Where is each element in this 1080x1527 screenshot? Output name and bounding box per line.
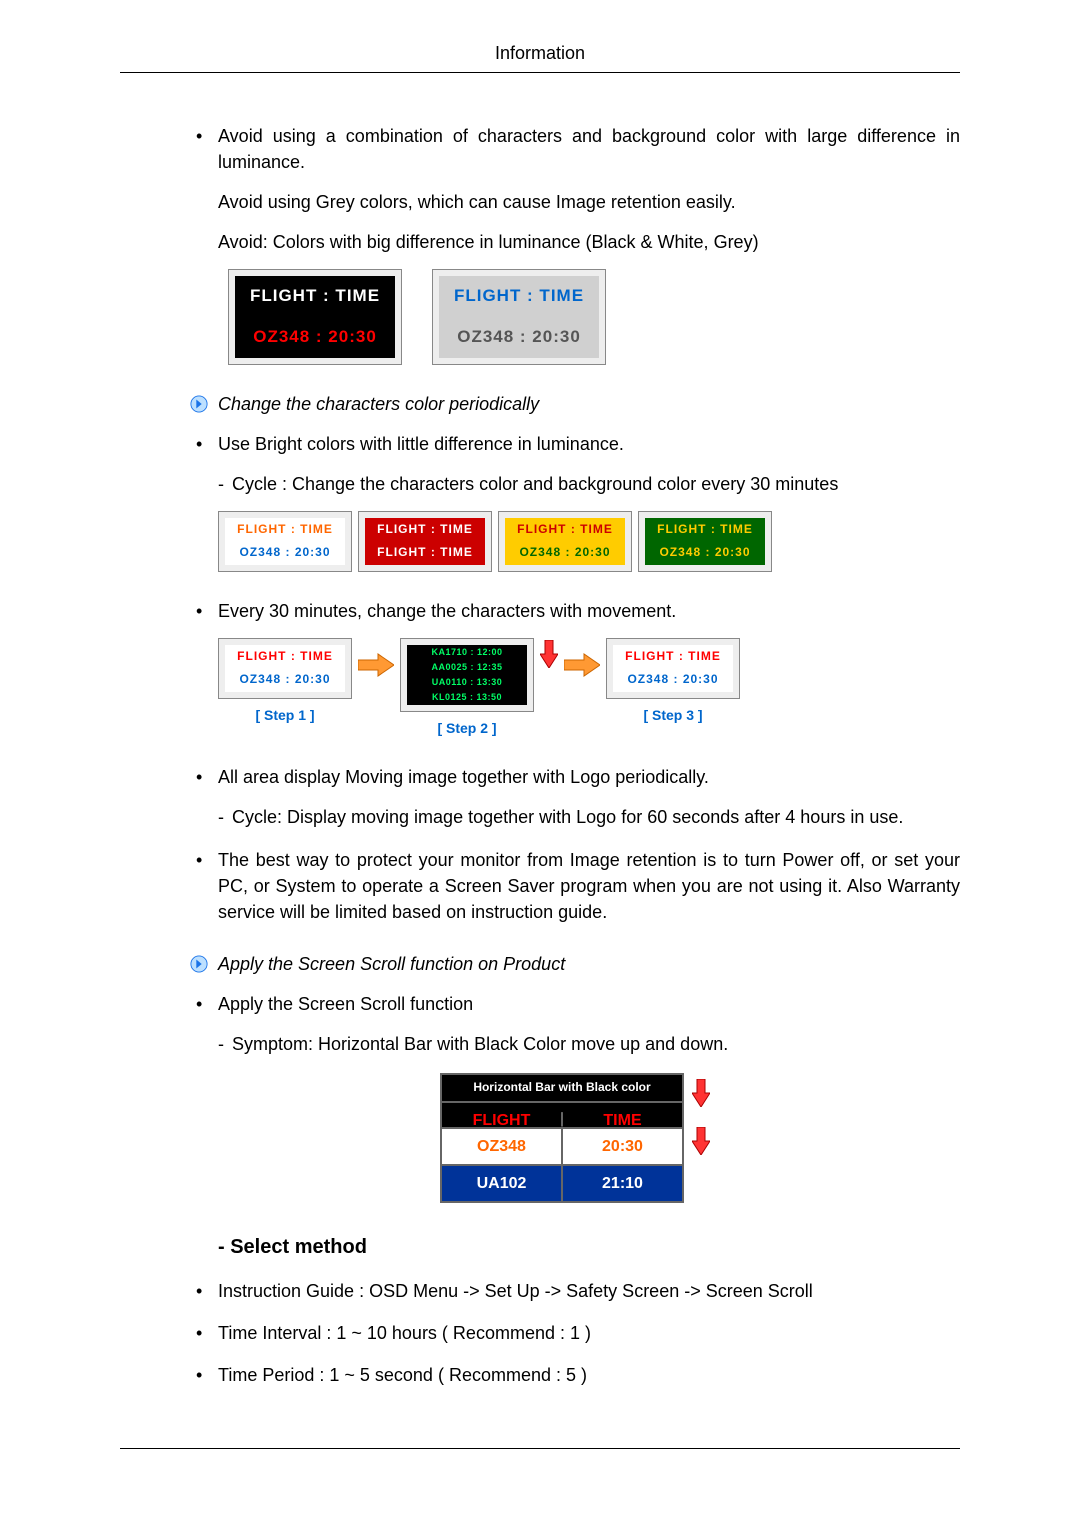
bullet-bright-colors: Use Bright colors with little difference… <box>190 431 960 572</box>
scroll-panel: Horizontal Bar with Black color FLIGHTTI… <box>440 1073 684 1203</box>
arrow-right-icon <box>358 652 394 678</box>
heading-change-color: Change the characters color periodically <box>190 391 960 417</box>
heading-screen-scroll: Apply the Screen Scroll function on Prod… <box>190 951 960 977</box>
section-select-method: Select method <box>218 1233 960 1262</box>
cycle-panel-1: FLIGHT : TIMEOZ348 : 20:30 <box>218 511 352 572</box>
step-1: FLIGHT : TIMEOZ348 : 20:30 [ Step 1 ] <box>218 638 352 725</box>
cycle-panel-2: FLIGHT : TIMEFLIGHT : TIME <box>358 511 492 572</box>
method-osd: Instruction Guide : OSD Menu -> Set Up -… <box>190 1278 960 1304</box>
step-label-2: [ Step 2 ] <box>400 718 534 738</box>
method-interval: Time Interval : 1 ~ 10 hours ( Recommend… <box>190 1320 960 1346</box>
footer-rule <box>120 1448 960 1449</box>
cycle-panel-3: FLIGHT : TIMEOZ348 : 20:30 <box>498 511 632 572</box>
page-header: Information <box>120 40 960 73</box>
sub-logo-cycle: Cycle: Display moving image together wit… <box>218 804 960 830</box>
step-label-3: [ Step 3 ] <box>606 705 740 725</box>
step-2: KA1710 : 12:00AA0025 : 12:35UA0110 : 13:… <box>400 638 534 738</box>
figure-color-cycle: FLIGHT : TIMEOZ348 : 20:30 FLIGHT : TIME… <box>218 511 960 572</box>
scroll-title: Horizontal Bar with Black color <box>442 1075 682 1100</box>
scroll-arrows <box>692 1073 710 1155</box>
content: Avoid using a combination of characters … <box>120 123 960 1388</box>
text: All area display Moving image together w… <box>218 767 709 787</box>
arrow-right-circle-icon <box>190 955 208 973</box>
bullet-moving-logo: All area display Moving image together w… <box>190 764 960 830</box>
bullet-power-off: The best way to protect your monitor fro… <box>190 847 960 925</box>
text: Avoid using a combination of characters … <box>218 126 960 172</box>
method-period: Time Period : 1 ~ 5 second ( Recommend :… <box>190 1362 960 1388</box>
page: Information Avoid using a combination of… <box>0 0 1080 1518</box>
heading-text: Apply the Screen Scroll function on Prod… <box>218 951 565 977</box>
example-panel-grey: FLIGHT : TIMEOZ348 : 20:30 <box>432 269 606 364</box>
figure-contrast-examples: FLIGHT : TIMEOZ348 : 20:30 FLIGHT : TIME… <box>218 269 960 364</box>
text: Avoid using Grey colors, which can cause… <box>218 189 960 215</box>
figure-movement-steps: FLIGHT : TIMEOZ348 : 20:30 [ Step 1 ] KA… <box>218 638 960 738</box>
text: The best way to protect your monitor fro… <box>218 850 960 922</box>
step-3: FLIGHT : TIMEOZ348 : 20:30 [ Step 3 ] <box>606 638 740 725</box>
heading-text: Change the characters color periodically <box>218 391 539 417</box>
arrow-right-circle-icon <box>190 395 208 413</box>
arrow-right-icon <box>564 652 600 678</box>
bullet-apply-scroll: Apply the Screen Scroll function Symptom… <box>190 991 960 1057</box>
bullet-movement-30min: Every 30 minutes, change the characters … <box>190 598 960 739</box>
arrow-down-icon <box>540 640 558 668</box>
text: Every 30 minutes, change the characters … <box>218 601 676 621</box>
text: Apply the Screen Scroll function <box>218 994 473 1014</box>
arrow-down-icon <box>692 1127 710 1155</box>
bullet-avoid-luminance: Avoid using a combination of characters … <box>190 123 960 365</box>
example-panel-black: FLIGHT : TIMEOZ348 : 20:30 <box>228 269 402 364</box>
sub-scroll-symptom: Symptom: Horizontal Bar with Black Color… <box>218 1031 960 1057</box>
cycle-panel-4: FLIGHT : TIMEOZ348 : 20:30 <box>638 511 772 572</box>
step-label-1: [ Step 1 ] <box>218 705 352 725</box>
text: Use Bright colors with little difference… <box>218 434 624 454</box>
arrow-down-icon <box>692 1079 710 1107</box>
sub-cycle-30min: Cycle : Change the characters color and … <box>218 471 960 497</box>
figure-screen-scroll: Horizontal Bar with Black color FLIGHTTI… <box>440 1073 710 1203</box>
text: Avoid: Colors with big difference in lum… <box>218 229 960 255</box>
